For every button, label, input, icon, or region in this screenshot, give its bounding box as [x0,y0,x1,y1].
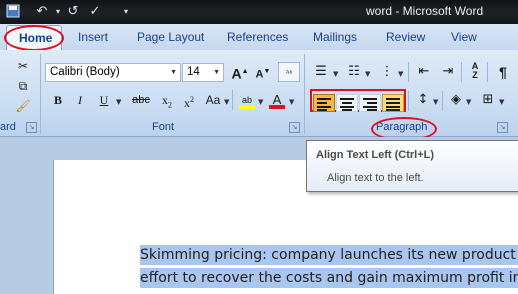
group-separator [461,62,462,82]
clipboard-launcher-icon[interactable]: ↘ [26,122,37,133]
borders-dropdown-icon[interactable]: ▼ [499,98,504,106]
tab-insert[interactable]: Insert [78,30,108,44]
tooltip-description: Align text to the left. [327,172,424,184]
cut-icon[interactable]: ✂ [12,56,34,76]
clear-formatting-icon[interactable]: ᴬᵇ [278,62,300,82]
change-case-button[interactable]: Aa [200,90,226,110]
home-tab-annotation-oval [4,25,64,51]
bullets-icon[interactable]: ☰ [310,62,332,82]
font-group-label: Font [152,121,175,133]
superscript-button[interactable]: x2 [178,90,200,110]
font-color-dropdown-icon[interactable]: ▼ [289,98,294,106]
customize-dropdown-icon[interactable]: ▾ [117,3,135,21]
highlight-dropdown-icon[interactable]: ▼ [258,98,263,106]
highlight-label: ab [241,95,252,105]
font-launcher-icon[interactable]: ↘ [289,122,300,133]
chevron-down-icon[interactable]: ▼ [213,69,220,76]
grow-font-label: A [231,65,242,82]
decrease-indent-icon[interactable]: ⇤ [413,62,435,82]
group-separator [408,62,409,82]
numbering-dropdown-icon[interactable]: ▼ [365,70,370,78]
tab-page-layout[interactable]: Page Layout [137,30,204,44]
group-separator [442,91,443,111]
strikethrough-button[interactable]: abc [126,90,156,110]
copy-icon[interactable]: ⧉ [12,76,34,96]
bullets-dropdown-icon[interactable]: ▼ [333,70,338,78]
numbering-icon[interactable]: ☷ [343,62,365,82]
text-highlight-button[interactable]: ab [236,90,258,110]
group-separator [487,62,488,82]
shading-dropdown-icon[interactable]: ▼ [466,98,471,106]
tab-mailings[interactable]: Mailings [313,30,357,44]
spelling-check-icon[interactable]: ✓ [86,3,104,21]
bold-button[interactable]: B [47,90,69,110]
multilevel-dropdown-icon[interactable]: ▼ [398,70,403,78]
font-size-combobox[interactable]: 14 ▼ [182,63,224,82]
chevron-down-icon[interactable]: ▼ [170,69,177,76]
window-title: word - Microsoft Word [366,4,484,18]
shrink-font-label: A [255,68,264,81]
align-right-button[interactable] [359,94,381,112]
font-family-value: Calibri (Body) [50,66,120,78]
font-color-button[interactable]: A [266,90,288,110]
sort-label-z: Z [472,70,478,80]
shading-icon[interactable]: ◈ [445,90,467,110]
align-center-button[interactable] [336,94,358,112]
format-painter-icon[interactable]: 🖌 [12,96,34,116]
multilevel-list-icon[interactable]: ⋮ [376,62,398,82]
ribbon-panel: ✂ ⧉ 🖌 ard ↘ Calibri (Body) ▼ 14 ▼ A▲ A▼ … [0,50,518,137]
subscript-button[interactable]: x2 [156,90,178,110]
align-left-button[interactable] [313,94,335,112]
font-size-value: 14 [187,66,200,78]
shrink-font-button[interactable]: A▼ [252,62,274,82]
italic-button[interactable]: I [69,90,91,110]
show-formatting-marks-button[interactable]: ¶ [492,62,514,82]
justify-button[interactable] [382,94,404,112]
tab-review[interactable]: Review [386,30,425,44]
grow-font-button[interactable]: A▲ [229,62,251,82]
line-spacing-icon[interactable]: ↕ [412,90,434,110]
office-save-icon[interactable] [4,3,22,21]
tab-view[interactable]: View [451,30,477,44]
subscript-small-label: 2 [168,100,172,110]
increase-indent-icon[interactable]: ⇥ [437,62,459,82]
group-separator [304,54,305,134]
ribbon-tab-strip: Home Insert Page Layout References Maili… [0,24,518,50]
tab-references[interactable]: References [227,30,288,44]
line-spacing-dropdown-icon[interactable]: ▼ [433,98,438,106]
clipboard-group-label: ard [0,121,16,133]
paragraph-launcher-icon[interactable]: ↘ [497,122,508,133]
redo-icon[interactable]: ↺ [64,3,82,21]
document-text-line[interactable]: effort to recover the costs and gain max… [140,268,518,288]
tooltip: Align Text Left (Ctrl+L) Align text to t… [306,140,518,192]
font-family-combobox[interactable]: Calibri (Body) ▼ [45,63,181,82]
group-separator [232,90,233,110]
sort-icon[interactable]: AZ [464,62,486,82]
underline-dropdown-icon[interactable]: ▼ [116,98,121,106]
document-text-line[interactable]: Skimming pricing: company launches its n… [140,245,518,265]
tooltip-title: Align Text Left (Ctrl+L) [316,149,435,161]
underline-button[interactable]: U [93,90,115,110]
group-separator [408,91,409,111]
change-case-dropdown-icon[interactable]: ▼ [224,98,229,106]
superscript-small-label: 2 [190,95,194,104]
title-bar: ↶ ▾ ↺ ✓ ▾ word - Microsoft Word [0,0,518,24]
group-separator [40,54,41,134]
borders-icon[interactable]: ⊞ [477,90,499,110]
